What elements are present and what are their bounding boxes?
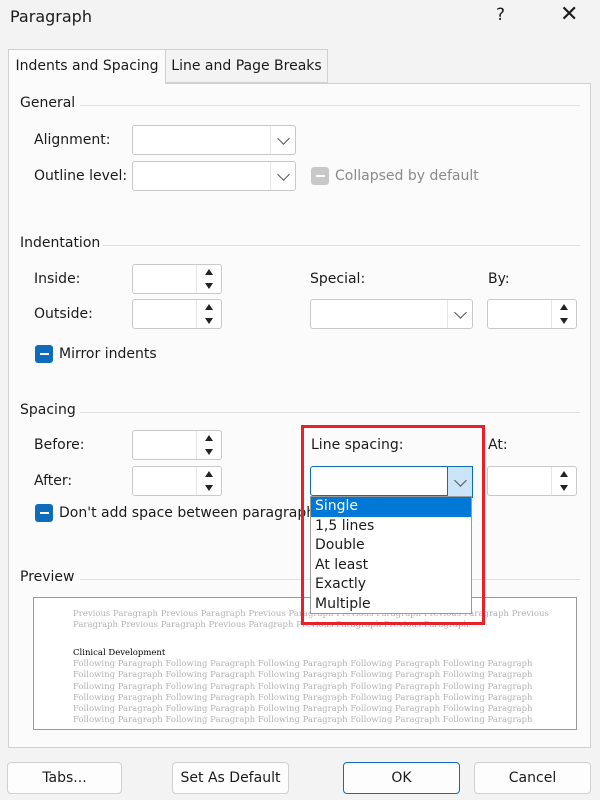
- dont-add-space-label: Don't add space between paragraphs of: [59, 505, 341, 521]
- set-as-default-button[interactable]: Set As Default: [172, 762, 289, 794]
- spin-up-icon[interactable]: [552, 300, 576, 314]
- inside-spinner[interactable]: [132, 264, 222, 294]
- preview-following-line: Following Paragraph Following Paragraph …: [73, 704, 533, 714]
- after-spinner[interactable]: [132, 466, 222, 496]
- preview-sample-text: Clinical Development: [73, 648, 166, 658]
- mirror-indents-label: Mirror indents: [59, 346, 157, 362]
- spin-up-icon[interactable]: [197, 265, 221, 279]
- preview-following-line: Following Paragraph Following Paragraph …: [73, 682, 533, 692]
- at-spinner[interactable]: [487, 466, 577, 496]
- preview-following-line: Following Paragraph Following Paragraph …: [73, 693, 533, 703]
- inside-label: Inside:: [34, 271, 81, 287]
- outline-level-label: Outline level:: [34, 168, 128, 184]
- spin-down-icon[interactable]: [197, 314, 221, 328]
- outline-level-dropdown[interactable]: [132, 161, 296, 191]
- preview-following-line: Following Paragraph Following Paragraph …: [73, 659, 533, 669]
- highlight-box: [301, 425, 485, 625]
- preview-following-line: Following Paragraph Following Paragraph …: [73, 670, 533, 680]
- help-button[interactable]: ?: [496, 5, 505, 25]
- indentation-divider: [103, 245, 580, 246]
- special-label: Special:: [310, 271, 366, 287]
- after-label: After:: [34, 473, 73, 489]
- tab-line-and-page-breaks[interactable]: Line and Page Breaks: [166, 49, 328, 83]
- chevron-down-icon: [447, 300, 472, 328]
- spin-down-icon[interactable]: [197, 481, 221, 495]
- dont-add-space-checkbox[interactable]: [35, 504, 53, 522]
- tabs-button[interactable]: Tabs...: [7, 762, 122, 794]
- tab-indents-and-spacing[interactable]: Indents and Spacing: [8, 49, 166, 84]
- spin-up-icon[interactable]: [197, 300, 221, 314]
- collapsed-checkbox[interactable]: [311, 167, 329, 185]
- spin-up-icon[interactable]: [552, 467, 576, 481]
- spin-up-icon[interactable]: [197, 431, 221, 445]
- spin-down-icon[interactable]: [552, 314, 576, 328]
- outside-spinner[interactable]: [132, 299, 222, 329]
- general-divider: [80, 105, 580, 106]
- ok-button[interactable]: OK: [343, 762, 460, 794]
- preview-following-line: Following Paragraph Following Paragraph …: [73, 715, 533, 725]
- by-spinner[interactable]: [487, 299, 577, 329]
- cancel-button[interactable]: Cancel: [474, 762, 591, 794]
- preview-group-label: Preview: [20, 569, 75, 585]
- indentation-group-label: Indentation: [20, 235, 101, 251]
- by-label: By:: [488, 271, 510, 287]
- before-spinner[interactable]: [132, 430, 222, 460]
- spin-down-icon[interactable]: [552, 481, 576, 495]
- mirror-indents-checkbox[interactable]: [35, 345, 53, 363]
- alignment-label: Alignment:: [34, 132, 111, 148]
- spin-down-icon[interactable]: [197, 279, 221, 293]
- before-label: Before:: [34, 437, 85, 453]
- dialog-title: Paragraph: [10, 7, 92, 26]
- spacing-group-label: Spacing: [20, 402, 76, 418]
- spin-down-icon[interactable]: [197, 445, 221, 459]
- alignment-dropdown[interactable]: [132, 125, 296, 155]
- chevron-down-icon: [270, 162, 295, 190]
- outside-label: Outside:: [34, 306, 93, 322]
- general-group-label: General: [20, 95, 76, 111]
- chevron-down-icon: [270, 126, 295, 154]
- spin-up-icon[interactable]: [197, 467, 221, 481]
- at-label: At:: [488, 437, 508, 453]
- special-dropdown[interactable]: [310, 299, 473, 329]
- collapsed-label: Collapsed by default: [335, 168, 479, 184]
- close-button[interactable]: ✕: [560, 2, 578, 27]
- spacing-divider: [80, 412, 580, 413]
